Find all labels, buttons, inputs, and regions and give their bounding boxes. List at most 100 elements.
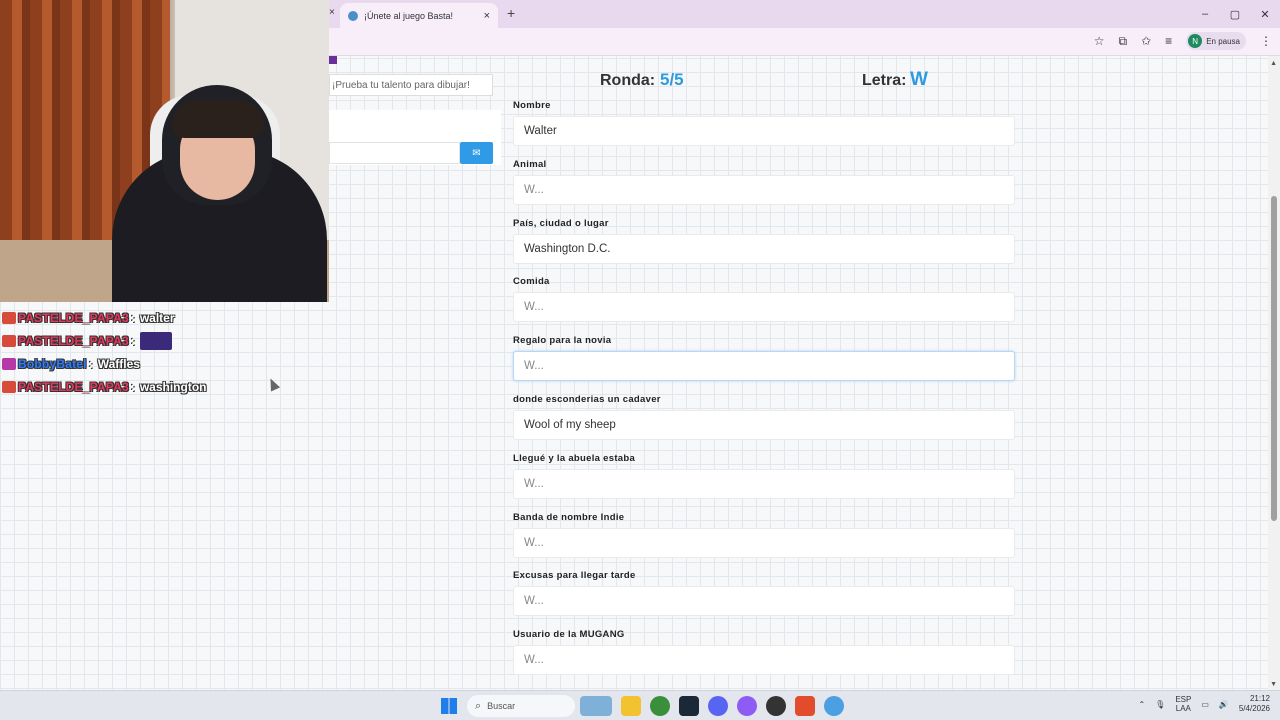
badge-icon	[2, 380, 16, 393]
media-icon[interactable]: ≡	[1165, 34, 1172, 48]
taskbar-search[interactable]: ⌕ Buscar	[467, 695, 575, 717]
scroll-thumb[interactable]	[1271, 196, 1277, 521]
avatar: N	[1188, 34, 1203, 48]
chat-message: BobbyBatel : Waffles	[0, 352, 260, 375]
chrome-icon[interactable]	[650, 696, 670, 716]
profile-button[interactable]: N En pausa	[1186, 32, 1246, 50]
network-icon[interactable]: ▭	[1201, 700, 1209, 709]
chevron-up-icon[interactable]: ⌃	[1138, 700, 1145, 709]
field-mugang: Usuario de la MUGANG	[513, 629, 1015, 688]
window-controls: – ▢ ✕	[1190, 0, 1280, 28]
volume-icon[interactable]: 🔊	[1219, 700, 1229, 709]
file-explorer-icon[interactable]	[621, 696, 641, 716]
game-header: Ronda: 5/5 Letra: W	[600, 69, 940, 94]
field-label: Animal	[513, 158, 547, 170]
chat-separator: :	[88, 356, 93, 371]
close-icon[interactable]: ×	[329, 7, 335, 18]
field-label: Banda de nombre Indie	[513, 511, 625, 523]
language-code: ESP	[1175, 695, 1192, 704]
answer-input[interactable]	[513, 468, 1015, 499]
scroll-up-icon[interactable]: ▲	[1270, 60, 1277, 67]
badge-icon	[2, 357, 16, 370]
field-excusas: Excusas para llegar tarde	[513, 570, 1015, 629]
browser-tab[interactable]: ¡Únete al juego Basta! ×	[340, 3, 498, 28]
scroll-down-icon[interactable]: ▼	[1270, 681, 1277, 688]
close-window-button[interactable]: ✕	[1250, 0, 1280, 28]
send-message-button[interactable]: ✉	[460, 142, 493, 164]
discord-icon[interactable]	[708, 696, 728, 716]
tab-title: ¡Únete al juego Basta!	[364, 10, 454, 21]
letter-value: W	[910, 69, 928, 90]
microphone-icon[interactable]: 🎙	[1155, 700, 1165, 709]
minimize-button[interactable]: –	[1190, 0, 1220, 28]
extensions-icon[interactable]: ⧉	[1119, 34, 1128, 49]
chat-message: PASTELDE_PAPA3 : walter	[0, 306, 260, 329]
field-label: Excusas para llegar tarde	[513, 570, 636, 582]
maximize-button[interactable]: ▢	[1220, 0, 1250, 28]
weather-widget-icon[interactable]	[580, 696, 612, 716]
answer-input[interactable]	[513, 586, 1015, 617]
answer-input[interactable]	[513, 292, 1015, 323]
field-lugar: País, ciudad o lugar	[513, 218, 1015, 277]
field-label: Comida	[513, 276, 550, 288]
edge-icon[interactable]	[824, 696, 844, 716]
field-label: Llegué y la abuela estaba	[513, 452, 636, 464]
field-label: País, ciudad o lugar	[513, 217, 609, 229]
field-regalo: Regalo para la novia	[513, 335, 1015, 394]
answer-input[interactable]	[513, 409, 1015, 440]
answer-input[interactable]	[513, 174, 1015, 205]
badge-icon	[2, 334, 16, 347]
language-indicator[interactable]: ESP LAA	[1175, 695, 1191, 713]
chat-separator: :	[130, 310, 135, 325]
answer-input[interactable]	[513, 645, 1015, 676]
logo-fragment	[329, 56, 337, 64]
clock-date: 5/4/2026	[1238, 704, 1270, 713]
chat-username: PASTELDE_PAPA3	[18, 379, 129, 394]
app-icon[interactable]	[737, 696, 757, 716]
badge-icon	[2, 311, 16, 324]
taskbar-apps	[580, 696, 844, 716]
letter-label: Letra:	[862, 72, 907, 89]
tab-close-button[interactable]: ×	[484, 10, 490, 22]
field-banda: Banda de nombre Indie	[513, 512, 1015, 571]
round-label: Ronda:	[600, 72, 656, 89]
round-value: 5/5	[660, 70, 684, 89]
chat-bubble-icon: ✉	[472, 147, 481, 159]
chat-username: BobbyBatel	[18, 356, 87, 371]
chat-message-input[interactable]	[329, 142, 460, 164]
globe-icon	[348, 10, 358, 21]
field-abuela: Llegué y la abuela estaba	[513, 453, 1015, 512]
obs-icon[interactable]	[766, 696, 786, 716]
field-animal: Animal	[513, 159, 1015, 218]
field-label: Nombre	[513, 100, 551, 111]
chat-send-row: ✉	[329, 142, 493, 164]
answer-input[interactable]	[513, 527, 1015, 558]
new-tab-button[interactable]: +	[507, 5, 515, 21]
steam-icon[interactable]	[679, 696, 699, 716]
answer-form: Nombre Animal País, ciudad o lugar Comid…	[513, 100, 1015, 688]
field-label: Usuario de la MUGANG	[513, 629, 625, 641]
scrollbar[interactable]: ▲ ▼	[1268, 56, 1280, 690]
clock[interactable]: 21:12 5/4/2026	[1239, 694, 1270, 714]
draw-input[interactable]: ¡Prueba tu talento para dibujar!	[329, 74, 493, 96]
field-label: donde esconderias un cadaver	[513, 393, 661, 405]
profile-status: En pausa	[1206, 36, 1240, 46]
search-label: Buscar	[487, 701, 516, 711]
brave-icon[interactable]	[795, 696, 815, 716]
chat-text: washington	[139, 379, 207, 394]
windows-start-icon[interactable]	[441, 698, 457, 714]
answer-input[interactable]	[513, 233, 1015, 264]
clock-time: 21:12	[1249, 694, 1270, 703]
field-label: Regalo para la novia	[513, 335, 612, 347]
answer-input[interactable]	[513, 351, 1015, 382]
favorites-icon[interactable]: ✩	[1141, 34, 1151, 48]
chat-username: PASTELDE_PAPA3	[18, 310, 129, 325]
menu-icon[interactable]: ⋮	[1260, 34, 1272, 48]
chat-text: walter	[139, 310, 175, 325]
webcam-overlay	[0, 0, 329, 302]
chat-text: Waffles	[97, 356, 140, 371]
bookmark-star-icon[interactable]: ☆	[1094, 34, 1105, 48]
chat-separator: :	[130, 333, 135, 348]
field-cadaver: donde esconderias un cadaver	[513, 394, 1015, 453]
answer-input[interactable]	[513, 116, 1015, 146]
